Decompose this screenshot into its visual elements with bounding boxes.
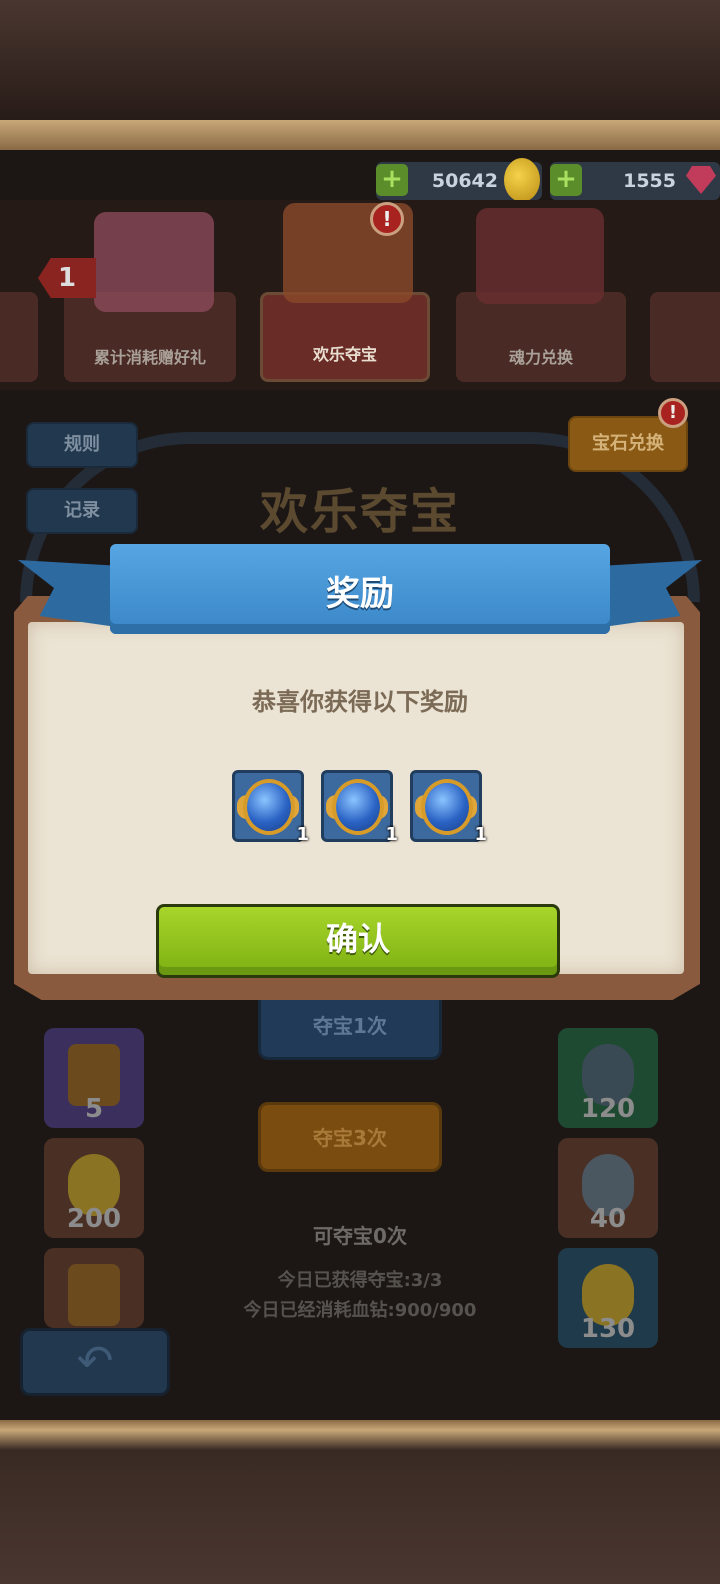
reward-item[interactable]: 1 xyxy=(232,770,309,845)
tab-partial-right[interactable] xyxy=(650,292,720,382)
prize-slot: 120 xyxy=(558,1028,658,1128)
reward-quantity: 1 xyxy=(474,824,487,845)
reward-item[interactable]: 1 xyxy=(321,770,398,845)
reward-quantity: 1 xyxy=(385,824,398,845)
back-button[interactable]: ↶ xyxy=(20,1328,170,1396)
character-portrait-icon xyxy=(94,212,214,312)
draws-available-text: 可夺宝0次 xyxy=(313,1224,407,1248)
wood-frame-bottom xyxy=(0,1420,720,1584)
alert-badge: ! xyxy=(658,398,688,428)
tab-label: 累计消耗赠好礼 xyxy=(93,348,206,367)
alert-badge: ! xyxy=(370,202,404,236)
tab-label: 欢乐夺宝 xyxy=(312,345,377,364)
slot-count: 5 xyxy=(84,1094,104,1124)
game-screen: + 50642 + 1555 累计消耗赠好礼 1 欢乐夺宝 ! 魂力兑换 规则 … xyxy=(0,0,720,1584)
congrats-message: 恭喜你获得以下奖励 xyxy=(252,688,468,716)
dialog-title-ribbon: 奖励 xyxy=(110,544,610,634)
confirm-button[interactable]: 确认 xyxy=(156,904,560,978)
today-consumed-text: 今日已经消耗血钻:900/900 xyxy=(243,1300,477,1321)
gold-currency: + 50642 xyxy=(376,158,542,202)
today-obtained-text: 今日已获得夺宝:3/3 xyxy=(277,1270,443,1291)
gem-amount: 1555 xyxy=(623,170,676,192)
wood-frame-top xyxy=(0,0,720,150)
page-title: 欢乐夺宝 xyxy=(259,484,460,540)
draw-once-button[interactable]: 夺宝1次 xyxy=(258,990,442,1060)
tab-soul-exchange[interactable]: 魂力兑换 xyxy=(456,208,626,382)
gold-amount: 50642 xyxy=(431,170,498,192)
dialog-title: 奖励 xyxy=(326,574,394,614)
blue-winged-orb-icon xyxy=(247,783,291,831)
reward-quantity: 1 xyxy=(296,824,309,845)
plus-icon[interactable]: + xyxy=(550,164,582,196)
blue-winged-orb-icon xyxy=(425,783,469,831)
blue-winged-orb-icon xyxy=(336,783,380,831)
gem-currency: + 1555 xyxy=(550,162,720,200)
reward-item[interactable]: 1 xyxy=(410,770,487,845)
plus-icon[interactable]: + xyxy=(376,164,408,196)
back-arrow-icon: ↶ xyxy=(76,1336,114,1387)
treasure-chest-icon xyxy=(476,208,604,304)
draw-three-button[interactable]: 夺宝3次 xyxy=(258,1102,442,1172)
tab-happy-treasure[interactable]: 欢乐夺宝 xyxy=(260,203,430,382)
tab-partial-left[interactable] xyxy=(0,292,38,382)
red-gem-icon xyxy=(686,166,716,194)
tab-spend-gift[interactable]: 累计消耗赠好礼 xyxy=(64,212,236,382)
gold-coin-icon xyxy=(504,158,540,202)
prize-slot: 5 xyxy=(44,1028,144,1128)
rules-button[interactable]: 规则 xyxy=(26,422,138,468)
slot-count: 120 xyxy=(580,1094,636,1124)
tab-label: 魂力兑换 xyxy=(508,348,573,367)
